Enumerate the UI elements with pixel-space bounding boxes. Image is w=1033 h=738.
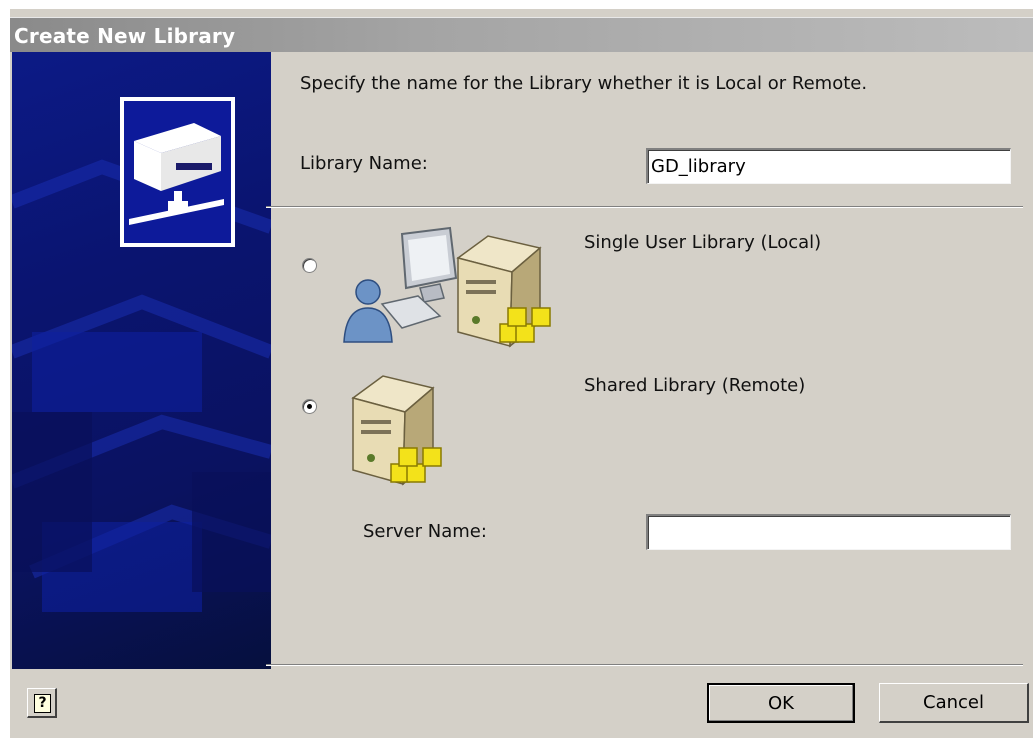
help-icon: ?: [34, 694, 51, 713]
library-name-input[interactable]: [646, 148, 1011, 184]
dialog-title: Create New Library: [14, 24, 236, 48]
server-name-label: Server Name:: [363, 521, 487, 542]
remote-option-label: Shared Library (Remote): [584, 375, 806, 396]
title-bar[interactable]: Create New Library: [10, 17, 1033, 52]
cancel-button[interactable]: Cancel: [879, 683, 1029, 723]
side-banner: [12, 52, 271, 669]
instruction-text: Specify the name for the Library whether…: [300, 73, 868, 94]
help-button[interactable]: ?: [27, 688, 57, 718]
radio-local[interactable]: [302, 258, 317, 273]
ok-button[interactable]: OK: [707, 683, 855, 723]
separator-top: [266, 206, 1023, 208]
library-name-label: Library Name:: [300, 153, 428, 174]
server-icon: [351, 375, 442, 486]
library-server-icon: [120, 97, 235, 247]
user-computer-server-icon: [343, 226, 551, 348]
local-option-label: Single User Library (Local): [584, 232, 822, 253]
radio-remote[interactable]: [302, 399, 317, 414]
separator-bottom: [266, 664, 1023, 666]
radio-selected-dot: [307, 404, 312, 409]
server-name-input[interactable]: [646, 514, 1011, 550]
